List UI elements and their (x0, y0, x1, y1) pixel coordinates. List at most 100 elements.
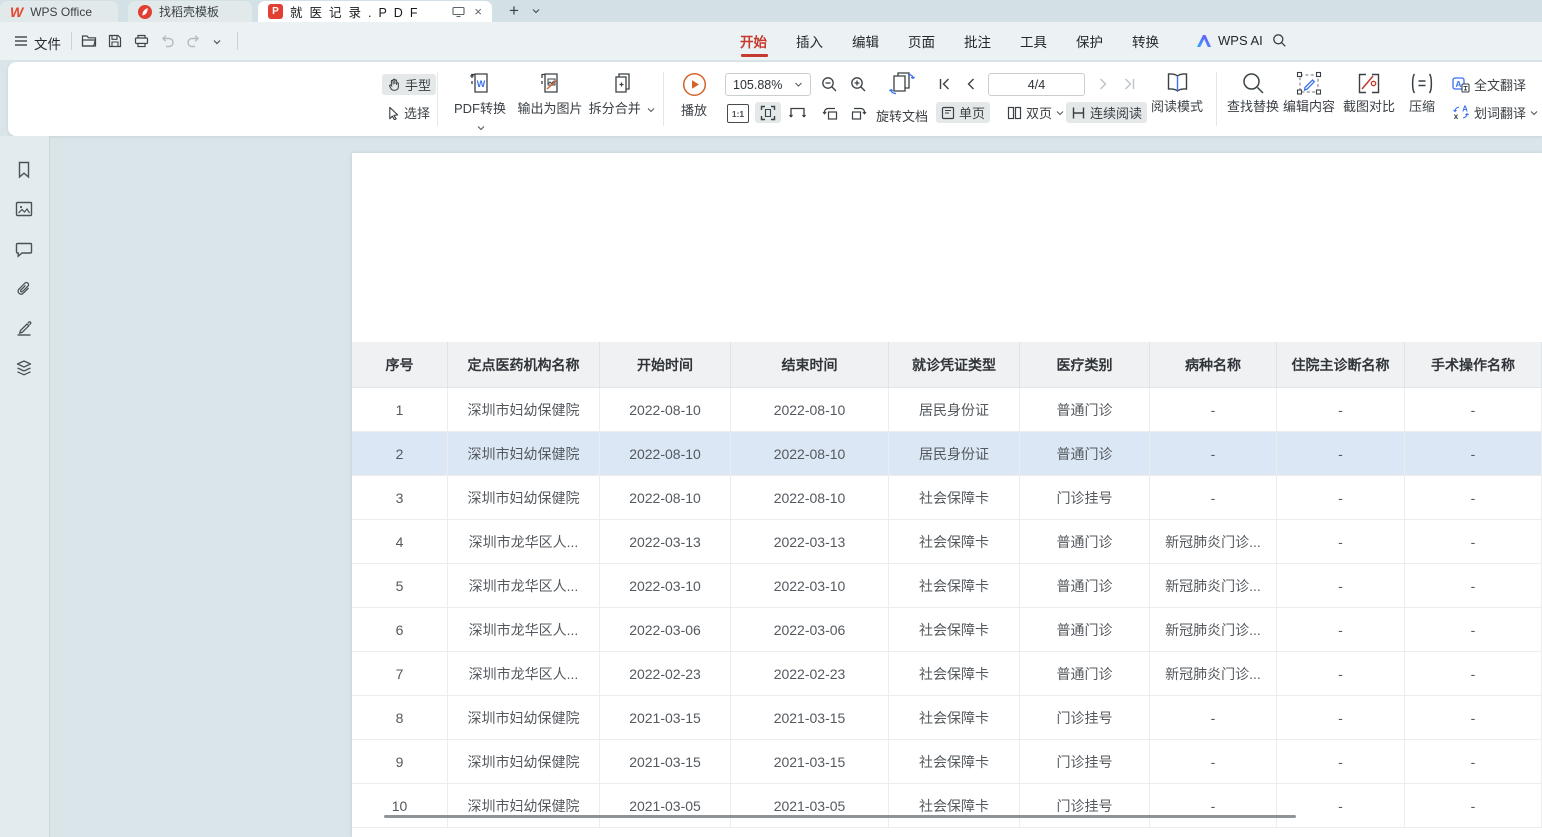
fit-page-button[interactable] (755, 102, 781, 123)
two-page-icon (1007, 106, 1022, 120)
print-icon[interactable] (130, 30, 152, 52)
table-horizontal-scrollbar[interactable] (384, 815, 1296, 818)
new-tab-button[interactable]: + (504, 1, 524, 21)
find-replace-button[interactable]: 查找替换 (1222, 71, 1284, 116)
continuous-reading-button[interactable]: 连续阅读 (1066, 102, 1147, 123)
play-label: 播放 (672, 100, 716, 119)
rotate-right-button[interactable] (846, 102, 870, 123)
table-cell: - (1277, 564, 1405, 607)
menu-item-annotate[interactable]: 批注 (964, 31, 991, 51)
table-cell: 门诊挂号 (1020, 696, 1150, 739)
first-page-button[interactable] (934, 73, 954, 95)
table-header-row: 序号定点医药机构名称开始时间结束时间就诊凭证类型医疗类别病种名称住院主诊断名称手… (352, 342, 1542, 388)
table-header-cell: 定点医药机构名称 (448, 342, 600, 387)
hamburger-icon[interactable] (14, 35, 28, 47)
play-button[interactable]: 播放 (672, 72, 716, 119)
menu-item-page[interactable]: 页面 (908, 31, 935, 51)
find-replace-label: 查找替换 (1227, 99, 1279, 114)
table-cell: 社会保障卡 (889, 696, 1020, 739)
menu-item-convert[interactable]: 转换 (1132, 31, 1159, 51)
thumbnail-panel-icon[interactable] (14, 199, 34, 219)
tab-wps-home[interactable]: W WPS Office (0, 1, 118, 22)
table-cell: 门诊挂号 (1020, 740, 1150, 783)
edit-content-button[interactable]: 编辑内容 (1278, 71, 1340, 116)
tab-list-chevron-icon[interactable] (531, 7, 541, 15)
select-tool-button[interactable]: 选择 (382, 102, 435, 123)
next-page-button[interactable] (1093, 73, 1113, 95)
two-page-button[interactable]: 双页 (1002, 102, 1069, 123)
full-text-translate-button[interactable]: A 全文翻译 (1447, 74, 1531, 95)
hand-tool-button[interactable]: 手型 (382, 74, 436, 95)
menu-item-home[interactable]: 开始 (740, 31, 767, 51)
word-translate-button[interactable]: A x 划词翻译 (1447, 102, 1542, 123)
table-row: 6深圳市龙华区人...2022-03-062022-03-06社会保障卡普通门诊… (352, 608, 1542, 652)
single-page-button[interactable]: 单页 (936, 102, 990, 123)
play-icon (682, 72, 707, 97)
tab-document[interactable]: P 就医记录.PDF × (258, 1, 492, 22)
menu-item-tools[interactable]: 工具 (1020, 31, 1047, 51)
table-cell: - (1277, 476, 1405, 519)
export-image-icon (537, 70, 563, 98)
export-image-button[interactable]: 输出为图片 (515, 70, 585, 118)
table-cell: 2022-08-10 (731, 432, 889, 475)
wps-office-window: { "tab_bar": { "home_tab": "WPS Office",… (0, 0, 1542, 837)
split-merge-button[interactable]: 拆分合并 (588, 70, 656, 118)
last-page-button[interactable] (1119, 73, 1139, 95)
open-file-icon[interactable] (78, 30, 100, 52)
save-icon[interactable] (104, 30, 126, 52)
table-cell: 居民身份证 (889, 432, 1020, 475)
table-cell: - (1150, 388, 1277, 431)
close-tab-icon[interactable]: × (474, 5, 482, 18)
table-header-cell: 序号 (352, 342, 448, 387)
page-number-input[interactable] (988, 73, 1085, 96)
signature-panel-icon[interactable] (14, 318, 34, 338)
zoom-in-button[interactable] (848, 73, 868, 95)
present-on-monitor-icon[interactable] (452, 6, 465, 18)
export-image-label: 输出为图片 (517, 101, 582, 116)
redo-icon[interactable] (182, 30, 204, 52)
table-cell: 2022-02-23 (731, 652, 889, 695)
previous-page-button[interactable] (960, 73, 980, 95)
undo-icon[interactable] (156, 30, 178, 52)
pdf-page: 序号定点医药机构名称开始时间结束时间就诊凭证类型医疗类别病种名称住院主诊断名称手… (352, 153, 1542, 837)
layers-panel-icon[interactable] (14, 358, 34, 378)
split-merge-icon (609, 70, 635, 98)
table-cell: - (1405, 784, 1542, 827)
reading-mode-button[interactable]: 阅读模式 (1146, 70, 1208, 116)
table-cell: 深圳市龙华区人... (448, 608, 600, 651)
compress-button[interactable]: 压缩 (1404, 71, 1440, 116)
menu-item-protect[interactable]: 保护 (1076, 31, 1103, 51)
pdf-convert-button[interactable]: W PDF转换 (447, 70, 513, 136)
word-translate-label: 划词翻译 (1474, 103, 1526, 122)
chevron-down-icon (1056, 110, 1064, 116)
fit-width-button[interactable] (787, 102, 807, 123)
table-cell: - (1405, 476, 1542, 519)
tab-docer[interactable]: 找稻壳模板 (128, 1, 252, 22)
menu-item-insert[interactable]: 插入 (796, 31, 823, 51)
bookmark-panel-icon[interactable] (14, 160, 34, 180)
rotate-document-label[interactable]: 旋转文档 (876, 106, 928, 125)
table-row: 9深圳市妇幼保健院2021-03-152021-03-15社会保障卡门诊挂号--… (352, 740, 1542, 784)
table-cell: 深圳市妇幼保健院 (448, 476, 600, 519)
wps-ai-button[interactable]: WPS AI (1196, 33, 1263, 48)
table-cell: 2021-03-15 (731, 740, 889, 783)
table-cell: 深圳市妇幼保健院 (448, 388, 600, 431)
edit-content-label: 编辑内容 (1283, 99, 1335, 114)
actual-size-button[interactable]: 1:1 (727, 104, 749, 123)
quickbar-chevron-icon[interactable] (206, 31, 228, 53)
table-cell: - (1277, 740, 1405, 783)
table-cell: - (1405, 388, 1542, 431)
menu-item-edit[interactable]: 编辑 (852, 31, 879, 51)
rotate-left-button[interactable] (818, 102, 842, 123)
table-cell: 7 (352, 652, 448, 695)
screenshot-compare-label: 截图对比 (1343, 99, 1395, 114)
zoom-level-select[interactable]: 105.88% (725, 73, 811, 96)
search-icon[interactable] (1272, 33, 1287, 48)
screenshot-compare-button[interactable]: 截图对比 (1338, 71, 1400, 116)
attachment-panel-icon[interactable] (14, 279, 34, 299)
navigation-sidebar (0, 136, 50, 837)
zoom-out-button[interactable] (819, 73, 839, 95)
rotate-pages-button[interactable] (888, 70, 918, 98)
comment-panel-icon[interactable] (14, 240, 34, 260)
file-menu[interactable]: 文件 (34, 33, 61, 53)
